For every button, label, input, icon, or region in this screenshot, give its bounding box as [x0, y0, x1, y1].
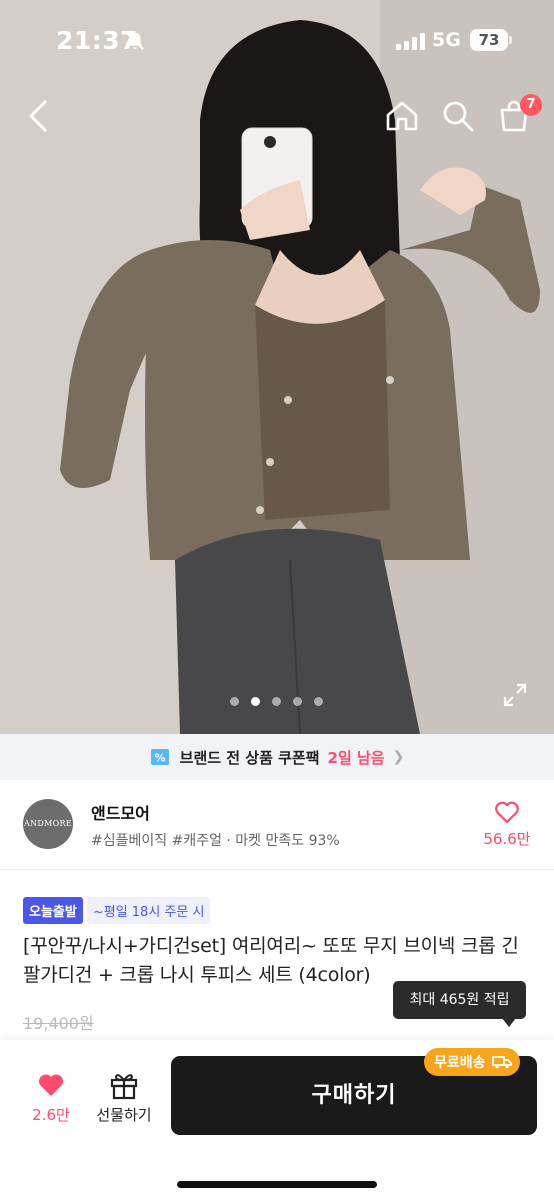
free-shipping-label: 무료배송	[434, 1055, 486, 1071]
like-count: 2.6만	[32, 1106, 70, 1124]
today-shipping-badge: 오늘출발	[23, 897, 83, 924]
back-button[interactable]	[18, 96, 58, 136]
coupon-remaining-days: 2일 남음	[327, 748, 385, 767]
cellular-signal-icon	[396, 33, 425, 50]
like-button[interactable]	[22, 1072, 80, 1102]
gallery-dot[interactable]	[292, 697, 302, 706]
shipping-cutoff-badge: ~평일 18시 주문 시	[86, 897, 211, 924]
home-icon	[386, 101, 418, 131]
gallery-pagination	[0, 697, 554, 706]
search-icon	[443, 101, 474, 132]
coupon-banner[interactable]: % 브랜드 전 상품 쿠폰팩 2일 남음 ❯	[0, 734, 554, 780]
gift-button[interactable]	[94, 1070, 154, 1104]
battery-tip	[509, 36, 512, 44]
free-shipping-badge: 무료배송	[424, 1048, 520, 1076]
shop-logo[interactable]: ANDMORE	[23, 799, 73, 849]
gift-icon	[110, 1074, 138, 1100]
shop-name[interactable]: 앤드모어	[91, 800, 150, 824]
coupon-icon: %	[150, 749, 169, 765]
shop-info[interactable]: ANDMORE 앤드모어 #심플베이직 #캐주얼 · 마켓 만족도 93% 56…	[0, 780, 554, 870]
battery-icon: 73	[470, 29, 508, 51]
gallery-dot[interactable]	[313, 697, 323, 706]
network-type: 5G	[432, 29, 461, 51]
coupon-text: 브랜드 전 상품 쿠폰팩	[179, 748, 320, 767]
home-button[interactable]	[382, 96, 422, 136]
chevron-right-icon: ❯	[392, 749, 405, 765]
shop-like-count: 56.6만	[483, 830, 531, 848]
shop-like-heart-icon[interactable]	[494, 800, 520, 824]
expand-icon[interactable]	[502, 682, 528, 708]
gift-label[interactable]: 선물하기	[88, 1104, 160, 1125]
gallery-dot[interactable]	[271, 697, 281, 706]
home-indicator	[177, 1181, 377, 1188]
silent-mode-icon	[125, 31, 145, 51]
truck-icon	[491, 1056, 512, 1069]
chevron-left-icon	[29, 100, 47, 132]
gallery-dot-active[interactable]	[250, 697, 260, 706]
status-bar: 21:37 5G 73	[0, 0, 554, 84]
points-tooltip: 최대 465원 적립	[393, 981, 526, 1019]
original-price: 19,400원	[23, 1014, 94, 1033]
cart-count-badge: 7	[520, 94, 542, 116]
heart-filled-icon	[38, 1074, 64, 1096]
svg-text:%: %	[154, 752, 165, 765]
search-button[interactable]	[438, 96, 478, 136]
delivery-badges: 오늘출발 ~평일 18시 주문 시	[23, 897, 211, 924]
tooltip-tail	[502, 1018, 516, 1027]
product-image-gallery[interactable]: 21:37 5G 73 7	[0, 0, 554, 734]
shop-tags: #심플베이직 #캐주얼 · 마켓 만족도 93%	[91, 833, 340, 849]
gallery-dot[interactable]	[229, 697, 239, 706]
